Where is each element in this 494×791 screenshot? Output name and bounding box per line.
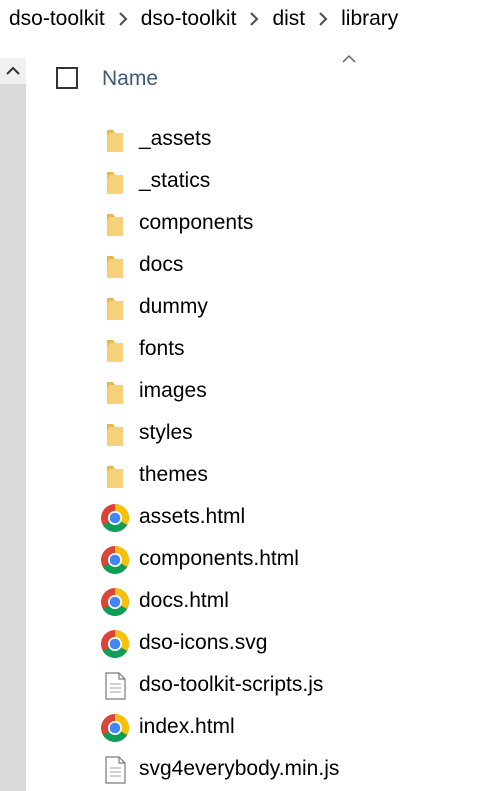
name-column-header[interactable]: Name	[102, 67, 158, 91]
file-name: assets.html	[139, 505, 246, 528]
file-row[interactable]: assets.html	[44, 497, 494, 539]
file-name: svg4everybody.min.js	[139, 757, 340, 780]
file-name: _statics	[139, 169, 211, 192]
file-name: docs.html	[139, 589, 229, 612]
folder-icon	[100, 125, 130, 155]
document-icon	[100, 671, 130, 701]
select-all-checkbox[interactable]	[56, 67, 78, 89]
file-row[interactable]: images	[44, 371, 494, 413]
chrome-icon	[100, 545, 130, 575]
file-row[interactable]: docs.html	[44, 581, 494, 623]
file-name: dso-toolkit-scripts.js	[139, 673, 324, 696]
folder-icon	[100, 419, 130, 449]
file-row[interactable]: _assets	[44, 119, 494, 161]
chrome-icon	[100, 503, 130, 533]
file-row[interactable]: dso-icons.svg	[44, 623, 494, 665]
file-row[interactable]: themes	[44, 455, 494, 497]
file-name: themes	[139, 463, 208, 486]
folder-icon	[100, 335, 130, 365]
folder-icon	[100, 251, 130, 281]
folder-icon	[100, 209, 130, 239]
file-name: fonts	[139, 337, 185, 360]
file-row[interactable]: svg4everybody.min.js	[44, 749, 494, 791]
breadcrumb-item-library[interactable]: library	[339, 7, 400, 31]
document-icon	[100, 755, 130, 785]
chrome-icon	[100, 587, 130, 617]
file-name: components	[139, 211, 254, 234]
folder-icon	[100, 167, 130, 197]
file-row[interactable]: _statics	[44, 161, 494, 203]
file-row[interactable]: fonts	[44, 329, 494, 371]
folder-icon	[100, 461, 130, 491]
file-name: docs	[139, 253, 184, 276]
file-row[interactable]: components	[44, 203, 494, 245]
file-row[interactable]: index.html	[44, 707, 494, 749]
chevron-right-icon[interactable]	[244, 9, 264, 29]
file-name: dso-icons.svg	[139, 631, 268, 654]
breadcrumb-item-root[interactable]: dso-toolkit	[0, 7, 107, 31]
file-row[interactable]: dso-toolkit-scripts.js	[44, 665, 494, 707]
breadcrumb-item-dist[interactable]: dist	[270, 7, 307, 31]
file-name: dummy	[139, 295, 208, 318]
file-row[interactable]: components.html	[44, 539, 494, 581]
breadcrumb: dso-toolkit dso-toolkit dist library	[0, 0, 494, 38]
column-header: Name	[44, 58, 494, 102]
file-row[interactable]: dummy	[44, 287, 494, 329]
file-name: components.html	[139, 547, 299, 570]
file-row[interactable]: docs	[44, 245, 494, 287]
file-name: images	[139, 379, 207, 402]
file-name: styles	[139, 421, 193, 444]
chrome-icon	[100, 629, 130, 659]
file-row[interactable]: styles	[44, 413, 494, 455]
chevron-right-icon[interactable]	[313, 9, 333, 29]
file-name: index.html	[139, 715, 235, 738]
folder-icon	[100, 293, 130, 323]
folder-icon	[100, 377, 130, 407]
scroll-up-icon[interactable]	[0, 58, 26, 84]
file-name: _assets	[139, 127, 212, 150]
chrome-icon	[100, 713, 130, 743]
file-explorer-window: dso-toolkit dso-toolkit dist library Nam…	[0, 0, 494, 791]
navigation-pane-scrollbar[interactable]	[0, 58, 26, 791]
chevron-right-icon[interactable]	[113, 9, 133, 29]
breadcrumb-item-project[interactable]: dso-toolkit	[139, 7, 239, 31]
file-list: _assets _statics components docs dummy fonts i…	[44, 119, 494, 791]
